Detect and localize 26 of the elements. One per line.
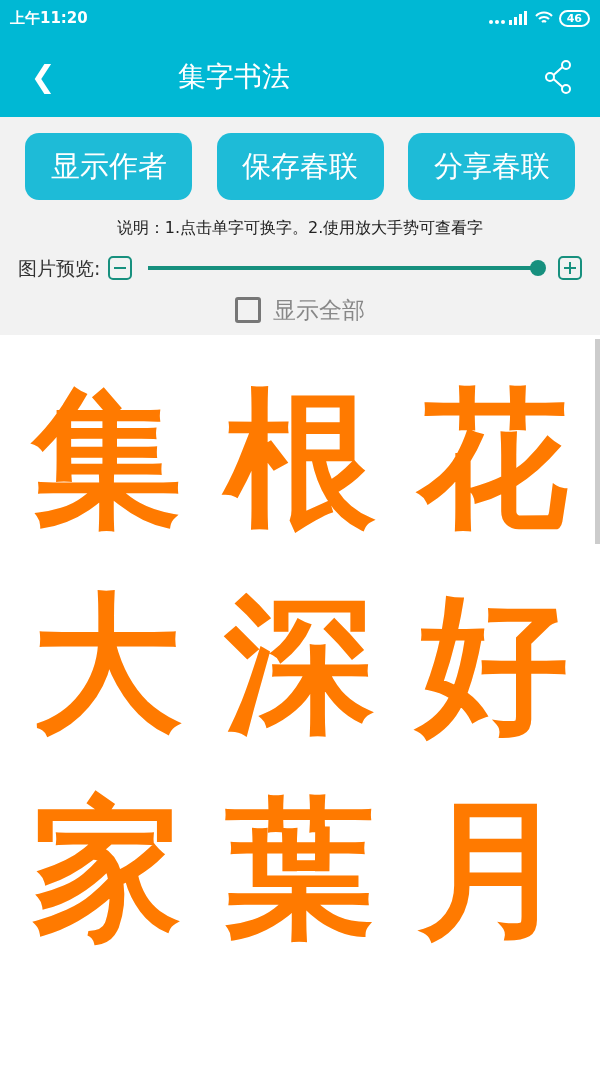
show-all-label: 显示全部: [273, 295, 365, 325]
calligraphy-character[interactable]: 月: [396, 765, 590, 970]
action-button[interactable]: 显示作者: [25, 133, 192, 200]
calligraphy-character[interactable]: 根: [203, 355, 397, 560]
app-title: 集字书法: [178, 58, 290, 95]
instructions-text: 说明：1.点击单字可换字。2.使用放大手势可查看字: [115, 217, 485, 239]
wifi-icon: [534, 11, 553, 25]
action-button[interactable]: 保存春联: [216, 133, 384, 200]
preview-label: 图片预览:: [18, 256, 101, 281]
action-button[interactable]: 分享春联: [408, 133, 575, 200]
slider-thumb[interactable]: [530, 260, 547, 277]
calligraphy-character[interactable]: 家: [10, 765, 204, 970]
show-all-checkbox[interactable]: [235, 296, 261, 323]
calligraphy-character[interactable]: 好: [396, 560, 590, 765]
calligraphy-character[interactable]: 深: [203, 560, 397, 765]
calligraphy-character[interactable]: 葉: [203, 765, 397, 970]
share-icon[interactable]: [544, 59, 572, 94]
calligraphy-character[interactable]: 大: [10, 560, 204, 765]
signal-icon: [488, 11, 529, 25]
calligraphy-character[interactable]: 集: [10, 355, 204, 560]
calligraphy-character[interactable]: 花: [396, 355, 590, 560]
zoom-out-button[interactable]: [108, 256, 133, 281]
back-button[interactable]: ❮: [28, 54, 58, 99]
battery-indicator: 46: [558, 9, 590, 27]
status-time: 上午11:20: [10, 7, 88, 29]
zoom-in-button[interactable]: [558, 256, 582, 281]
